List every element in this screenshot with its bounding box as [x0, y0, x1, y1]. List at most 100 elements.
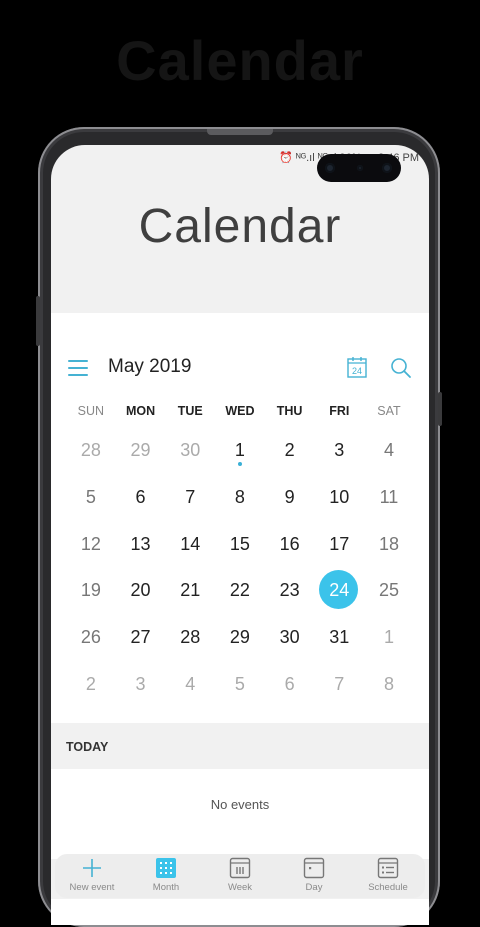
date-number: 11 — [379, 486, 399, 507]
date-cell[interactable]: 21 — [165, 567, 215, 614]
date-cell[interactable]: 26 — [66, 614, 116, 661]
date-number: 25 — [378, 580, 399, 601]
date-number: 24 — [329, 580, 350, 601]
nav-new-event[interactable]: New event — [55, 854, 129, 898]
weekday-label: TUE — [177, 404, 203, 418]
date-cell[interactable]: 2 — [66, 661, 116, 708]
date-cell[interactable]: 13 — [116, 521, 166, 568]
schedule-list-icon — [377, 857, 399, 879]
weekday-label: MON — [125, 404, 156, 418]
date-cell[interactable]: 3 — [116, 661, 166, 708]
date-cell[interactable]: 25 — [364, 567, 414, 614]
week-view-icon — [229, 857, 251, 879]
date-cell[interactable]: 5 — [215, 661, 265, 708]
date-cell[interactable]: 12 — [66, 521, 116, 568]
date-cell[interactable]: 8 — [364, 661, 414, 708]
date-number: 15 — [229, 533, 250, 554]
today-section-header: TODAY — [51, 723, 429, 769]
menu-icon[interactable] — [68, 359, 88, 377]
camera-sensor-icon — [357, 165, 363, 171]
phone-left-button — [36, 296, 40, 346]
date-cell[interactable]: 1 — [215, 427, 265, 474]
date-cell[interactable]: 4 — [165, 661, 215, 708]
search-button[interactable] — [390, 357, 412, 379]
date-cell[interactable]: 31 — [314, 614, 364, 661]
weekday-label: SAT — [377, 404, 401, 418]
date-number: 2 — [284, 440, 295, 460]
nav-schedule[interactable]: Schedule — [351, 854, 425, 898]
date-number: 2 — [85, 673, 96, 694]
date-number: 8 — [234, 486, 245, 507]
date-cell[interactable]: 16 — [265, 521, 315, 568]
bottom-strip — [51, 899, 429, 925]
date-number: 19 — [80, 580, 101, 601]
svg-text:24: 24 — [352, 366, 362, 376]
date-number: 28 — [180, 627, 201, 648]
nav-week[interactable]: Week — [203, 854, 277, 898]
date-rows: 28 29 30 1 2 3 4 5 6 7 8 9 10 11 12 13 14 15 16 17 18 19 20 21 2… — [66, 427, 414, 708]
date-cell[interactable]: 29 — [215, 614, 265, 661]
date-number: 29 — [229, 627, 250, 648]
date-number: 1 — [383, 627, 394, 648]
date-cell[interactable]: 8 — [215, 474, 265, 521]
week-row: 26 27 28 29 30 31 1 — [66, 614, 414, 661]
date-cell-selected[interactable]: 24 — [314, 567, 364, 614]
date-cell[interactable]: 22 — [215, 567, 265, 614]
nav-month[interactable]: Month — [129, 854, 203, 898]
week-row: 28 29 30 1 2 3 4 — [66, 427, 414, 474]
date-cell[interactable]: 5 — [66, 474, 116, 521]
date-number: 1 — [234, 440, 245, 460]
date-cell[interactable]: 9 — [265, 474, 315, 521]
date-cell[interactable]: 29 — [116, 427, 166, 474]
date-cell[interactable]: 27 — [116, 614, 166, 661]
date-number: 3 — [135, 673, 146, 694]
no-events-text: No events — [210, 797, 270, 812]
week-row: 12 13 14 15 16 17 18 — [66, 521, 414, 568]
nav-label: Week — [227, 882, 253, 893]
date-number: 10 — [329, 486, 350, 507]
date-cell[interactable]: 14 — [165, 521, 215, 568]
front-camera — [317, 154, 401, 182]
camera-lens-icon — [325, 163, 335, 173]
date-cell[interactable]: 15 — [215, 521, 265, 568]
date-cell[interactable]: 30 — [165, 427, 215, 474]
date-number: 5 — [85, 486, 96, 507]
date-cell[interactable]: 17 — [314, 521, 364, 568]
date-number: 4 — [383, 440, 394, 460]
date-number: 5 — [234, 673, 245, 694]
week-row: 2 3 4 5 6 7 8 — [66, 661, 414, 708]
date-number: 20 — [130, 580, 151, 601]
phone-top-slot — [207, 129, 273, 135]
month-grid: SUN MON TUE WED THU FRI SAT 28 29 30 1 2 3 4 5 6 7 8 9 10 1… — [66, 395, 414, 708]
date-cell[interactable]: 11 — [364, 474, 414, 521]
date-cell[interactable]: 1 — [364, 614, 414, 661]
nav-label: New event — [69, 882, 115, 893]
nav-day[interactable]: Day — [277, 854, 351, 898]
date-cell[interactable]: 4 — [364, 427, 414, 474]
today-button[interactable]: 24 — [347, 356, 367, 378]
date-number: 16 — [279, 533, 300, 554]
date-cell[interactable]: 28 — [165, 614, 215, 661]
date-cell[interactable]: 6 — [265, 661, 315, 708]
date-number: 18 — [378, 533, 399, 554]
date-number: 13 — [130, 533, 151, 554]
date-cell[interactable]: 30 — [265, 614, 315, 661]
date-cell[interactable]: 7 — [314, 661, 364, 708]
date-cell[interactable]: 23 — [265, 567, 315, 614]
month-label[interactable]: May 2019 — [108, 356, 191, 378]
nav-label: Month — [152, 882, 180, 893]
date-cell[interactable]: 10 — [314, 474, 364, 521]
date-cell[interactable]: 7 — [165, 474, 215, 521]
date-cell[interactable]: 6 — [116, 474, 166, 521]
date-number: 6 — [135, 486, 146, 507]
date-cell[interactable]: 19 — [66, 567, 116, 614]
bottom-nav: New event Month Week Day Schedule — [55, 854, 425, 898]
week-row: 5 6 7 8 9 10 11 — [66, 474, 414, 521]
date-cell[interactable]: 18 — [364, 521, 414, 568]
date-cell[interactable]: 20 — [116, 567, 166, 614]
date-number: 9 — [284, 486, 295, 507]
date-cell[interactable]: 2 — [265, 427, 315, 474]
search-icon — [391, 358, 411, 378]
date-cell[interactable]: 28 — [66, 427, 116, 474]
date-cell[interactable]: 3 — [314, 427, 364, 474]
